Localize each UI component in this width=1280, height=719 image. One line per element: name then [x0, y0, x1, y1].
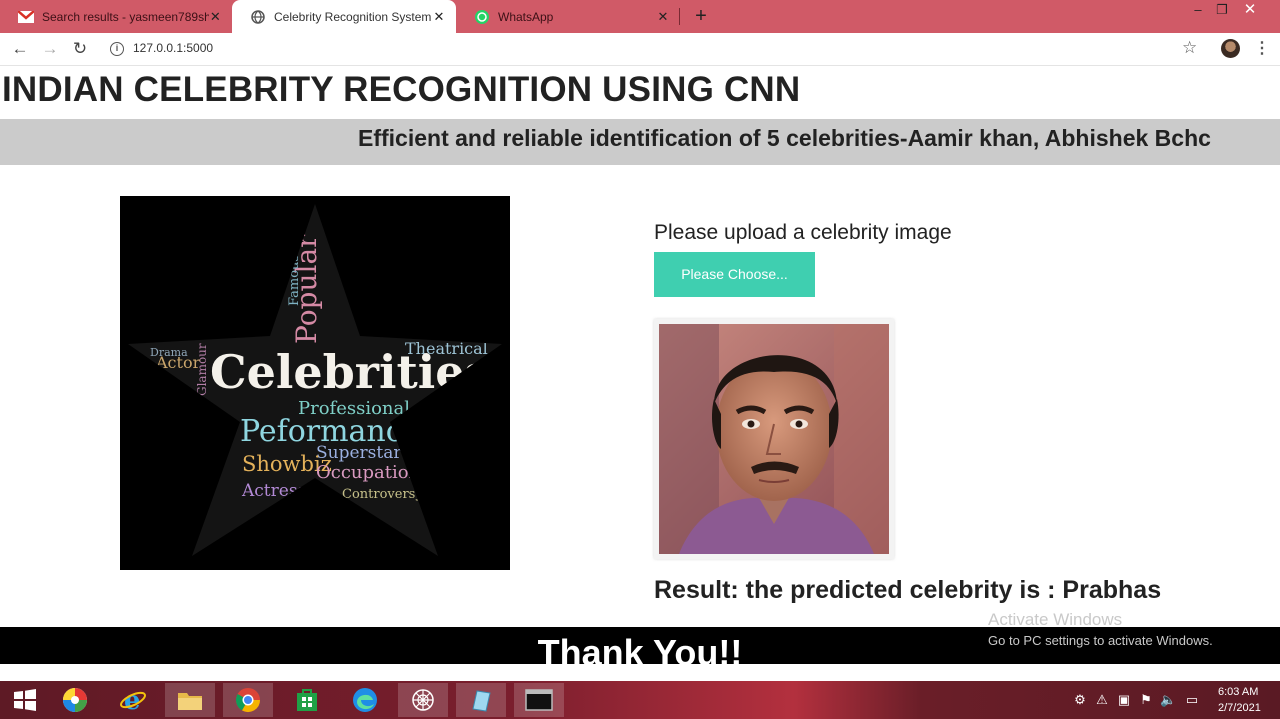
page-title: INDIAN CELEBRITY RECOGNITION USING CNN [2, 70, 801, 109]
restore-icon[interactable]: ❐ [1207, 0, 1237, 22]
volume-icon[interactable]: 🔈 [1160, 692, 1176, 708]
globe-icon [250, 9, 266, 25]
store-icon [297, 689, 317, 711]
app-tray-icon[interactable]: ▣ [1116, 692, 1132, 708]
browser-tabstrip: Search results - yasmeen789sha ✕ Celebri… [0, 0, 1280, 33]
new-tab-button[interactable]: + [690, 4, 712, 28]
activate-windows-hint: Go to PC settings to activate Windows. [988, 633, 1213, 648]
terminal-icon [525, 689, 553, 711]
close-icon[interactable]: ✕ [656, 9, 670, 25]
back-arrow-icon[interactable]: ← [8, 38, 32, 60]
taskbar-command-prompt[interactable] [514, 683, 564, 717]
profile-avatar[interactable] [1221, 39, 1240, 58]
gmail-icon [18, 9, 34, 25]
word-actress: Actress [241, 481, 306, 501]
word-occupation: Occupation [316, 462, 421, 483]
windows-taskbar: e ⚙ ⚠ ▣ ⚑ 🔈 ▭ 6:03 AM 2/7/2021 [0, 681, 1280, 719]
word-famous: Famous [287, 255, 302, 306]
tab-whatsapp[interactable]: WhatsApp ✕ [456, 0, 680, 33]
bookmark-star-icon[interactable]: ☆ [1182, 38, 1197, 58]
tab-title: WhatsApp [498, 9, 554, 24]
taskbar-edge[interactable] [340, 683, 390, 717]
display-tray-icon[interactable]: ▭ [1184, 692, 1200, 708]
kebab-menu-icon[interactable]: ⋮ [1254, 38, 1270, 58]
upload-prompt: Please upload a celebrity image [654, 221, 952, 244]
taskbar-file-explorer[interactable] [165, 683, 215, 717]
taskbar-store[interactable] [282, 683, 332, 717]
word-celebrities: Celebrities [210, 345, 490, 399]
taskbar-notepad[interactable] [456, 683, 506, 717]
folder-icon [178, 693, 202, 710]
site-info-icon[interactable]: i [110, 42, 124, 56]
window-close-icon[interactable]: ✕ [1235, 0, 1265, 22]
close-icon[interactable]: ✕ [209, 9, 222, 25]
close-icon[interactable]: ✕ [432, 9, 446, 25]
taskbar-spider-app[interactable] [398, 683, 448, 717]
taskbar-picasa[interactable] [50, 683, 100, 717]
choose-file-button[interactable]: Please Choose... [654, 252, 815, 297]
tab-divider [679, 8, 680, 25]
forward-arrow-icon[interactable]: → [38, 38, 62, 60]
reload-icon[interactable]: ↻ [68, 38, 92, 60]
marquee-banner: Efficient and reliable identification of… [0, 119, 1280, 165]
tab-celebrity-recognition[interactable]: Celebrity Recognition System ✕ [232, 0, 456, 33]
flag-tray-icon[interactable]: ⚑ [1138, 692, 1154, 708]
clock-date[interactable]: 2/7/2021 [1218, 702, 1261, 714]
uploaded-celebrity-photo [654, 319, 894, 559]
web-icon [412, 689, 434, 711]
notepad-icon [472, 690, 491, 712]
word-controversy: Controversy [342, 487, 423, 502]
whatsapp-icon [474, 9, 490, 25]
celebrities-star-image: Drama Actor Glamour Popular Famous Theat… [120, 196, 510, 570]
start-button[interactable] [0, 683, 50, 717]
browser-toolbar: ← → ↻ i 127.0.0.1:5000 ☆ ⋮ [0, 33, 1280, 66]
svg-text:e: e [124, 686, 141, 714]
taskbar-chrome[interactable] [223, 683, 273, 717]
chrome-icon [235, 688, 260, 713]
activate-windows-watermark: Activate Windows [988, 610, 1123, 629]
address-bar[interactable]: 127.0.0.1:5000 [133, 41, 213, 55]
tab-title: Search results - yasmeen789sha [42, 9, 209, 24]
network-tray-icon[interactable]: ⚙ [1072, 692, 1088, 708]
clock-time[interactable]: 6:03 AM [1218, 686, 1258, 698]
picasa-icon [63, 688, 87, 712]
tab-title: Celebrity Recognition System [274, 9, 432, 24]
tab-search-results[interactable]: Search results - yasmeen789sha ✕ [0, 0, 232, 33]
marquee-text: Efficient and reliable identification of… [358, 125, 1211, 151]
warning-tray-icon[interactable]: ⚠ [1094, 692, 1110, 708]
taskbar-internet-explorer[interactable]: e [108, 683, 158, 717]
word-glamour: Glamour [195, 343, 209, 396]
edge-icon [353, 688, 377, 712]
windows-logo-icon [14, 689, 36, 711]
word-actor: Actor [155, 353, 201, 372]
internet-explorer-icon: e [120, 686, 146, 714]
prediction-result: Result: the predicted celebrity is : Pra… [654, 576, 1162, 604]
